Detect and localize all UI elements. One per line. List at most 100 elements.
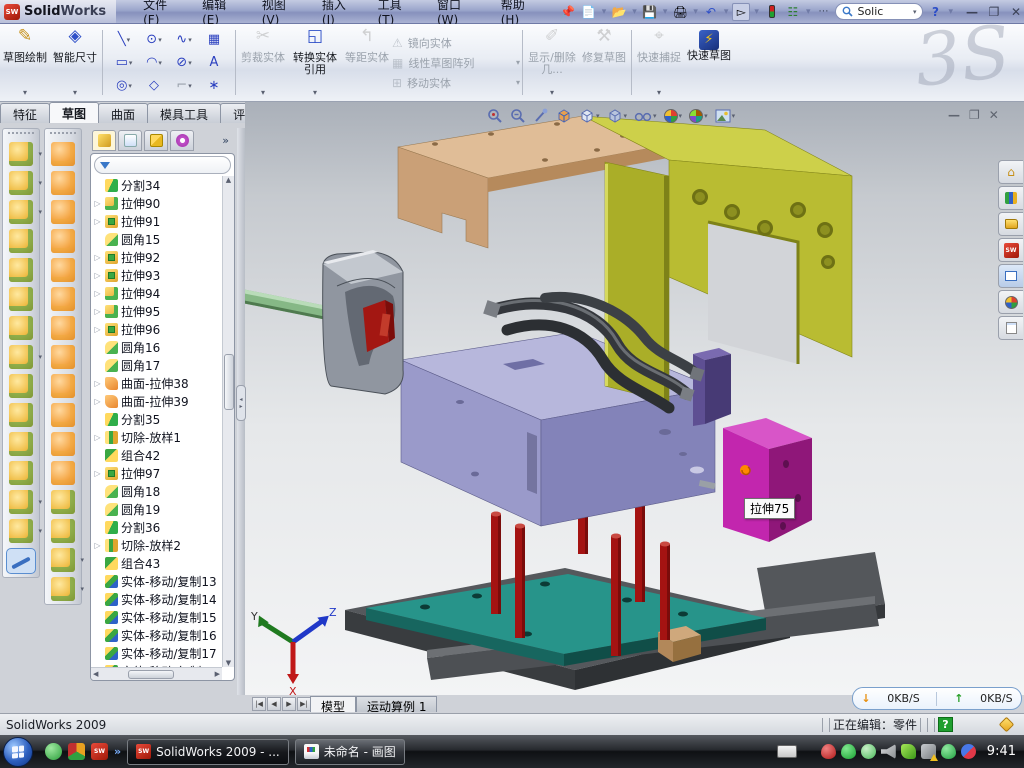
tray-network-warning-icon[interactable]: [921, 744, 936, 759]
open-icon[interactable]: 📂: [610, 3, 628, 21]
shell-icon[interactable]: [9, 287, 33, 311]
scrollbar-thumb[interactable]: [224, 354, 234, 410]
tree-item[interactable]: ▷拉伸93: [91, 266, 222, 284]
delete-face-icon[interactable]: [51, 461, 75, 485]
polygon-icon[interactable]: ◇: [139, 74, 169, 97]
tab-features[interactable]: 特征: [0, 103, 50, 123]
trim-entities-button[interactable]: ✂ 剪裁实体 ▾: [238, 24, 288, 101]
scroll-down-arrow[interactable]: ▼: [226, 659, 231, 667]
tree-item[interactable]: 圆角16: [91, 338, 222, 356]
tree-item[interactable]: 圆角19: [91, 500, 222, 518]
revolved-surface-icon[interactable]: [51, 171, 75, 195]
save-icon[interactable]: 💾: [641, 3, 659, 21]
expand-arrow-icon[interactable]: ▷: [93, 217, 102, 226]
tree-item[interactable]: 实体-移动/复制15: [91, 608, 222, 626]
smart-dimension-button[interactable]: ◈ 智能尺寸 ▾: [50, 24, 100, 101]
dropdown-arrow[interactable]: ▾: [704, 112, 708, 120]
tree-item[interactable]: ▷拉伸91: [91, 212, 222, 230]
tab-surfaces[interactable]: 曲面: [98, 103, 148, 123]
expand-arrow-icon[interactable]: ▷: [93, 325, 102, 334]
expand-arrow-icon[interactable]: ▷: [93, 307, 102, 316]
quick-launch-messenger-icon[interactable]: [45, 743, 62, 760]
dropdown-arrow[interactable]: ▾: [732, 112, 736, 120]
task-pane-appearances-tab[interactable]: [998, 290, 1023, 314]
swept-surface-icon[interactable]: [51, 142, 75, 166]
knit-surface-icon[interactable]: [51, 374, 75, 398]
tree-item[interactable]: 分割34: [91, 176, 222, 194]
expand-arrow-icon[interactable]: ▷: [93, 199, 102, 208]
dropdown-arrow[interactable]: ▾: [632, 7, 637, 17]
first-tab-button[interactable]: |◀: [252, 697, 266, 711]
tree-vertical-scrollbar[interactable]: ▲▼: [222, 176, 234, 667]
tree-item[interactable]: 实体-移动/复制13: [91, 572, 222, 590]
tray-update-icon[interactable]: [861, 744, 876, 759]
tree-item[interactable]: ▷拉伸95: [91, 302, 222, 320]
tree-item[interactable]: 实体-移动/复制14: [91, 590, 222, 608]
next-tab-button[interactable]: ▶: [282, 697, 296, 711]
replace-face-icon[interactable]: [51, 490, 75, 514]
spline-icon[interactable]: ▾: [51, 577, 75, 601]
dropdown-arrow[interactable]: ▾: [73, 87, 77, 99]
draft-icon[interactable]: [9, 316, 33, 340]
network-speed-widget[interactable]: ↓ 0KB/S ↑ 0KB/S: [852, 687, 1022, 710]
tree-item[interactable]: ▷切除-放样2: [91, 536, 222, 554]
dropdown-arrow[interactable]: ▾: [948, 7, 953, 17]
restore-button[interactable]: ❐: [986, 5, 1002, 19]
dropdown-arrow[interactable]: ▾: [624, 112, 628, 120]
slot-icon[interactable]: ◎▾: [109, 74, 139, 97]
extruded-cut-icon[interactable]: ▾: [9, 171, 33, 195]
select-icon[interactable]: ▻: [732, 3, 750, 21]
quick-launch-expand-icon[interactable]: »: [114, 745, 121, 758]
scroll-right-arrow[interactable]: ▶: [215, 670, 220, 678]
tray-antivirus-icon[interactable]: [841, 744, 856, 759]
model-tab[interactable]: 模型: [310, 696, 356, 712]
expand-arrow-icon[interactable]: ▷: [93, 289, 102, 298]
reference-geometry-icon[interactable]: ▾: [9, 490, 33, 514]
panel-overflow-button[interactable]: »: [222, 134, 229, 147]
reference-geometry-icon[interactable]: ▾: [51, 548, 75, 572]
helix-spline-icon[interactable]: ▾: [9, 519, 33, 543]
doc-close-button[interactable]: ✕: [989, 108, 999, 122]
task-pane-resources-tab[interactable]: [998, 186, 1023, 210]
tree-item[interactable]: 实体-移动/复制17: [91, 644, 222, 662]
scrollbar-thumb[interactable]: [128, 670, 174, 679]
tree-item[interactable]: ▷拉伸90: [91, 194, 222, 212]
tree-horizontal-scrollbar[interactable]: ◀▶: [91, 667, 222, 680]
expand-arrow-icon[interactable]: ▷: [93, 397, 102, 406]
task-pane-design-library-tab[interactable]: [998, 212, 1023, 236]
edit-appearance-icon[interactable]: ▾: [664, 109, 683, 123]
task-pane-file-explorer-tab[interactable]: SW: [998, 238, 1023, 262]
options-icon[interactable]: ☷: [784, 3, 802, 21]
dropdown-arrow[interactable]: ▾: [602, 7, 607, 17]
extruded-surface-icon[interactable]: [51, 200, 75, 224]
taskbar-window-paint[interactable]: 未命名 - 画图: [295, 739, 405, 765]
display-delete-relations-button[interactable]: ✐ 显示/删除几... ▾: [525, 24, 579, 101]
tab-sketch[interactable]: 草图: [49, 102, 99, 123]
input-method-keyboard-icon[interactable]: [777, 745, 797, 758]
tree-item[interactable]: 圆角17: [91, 356, 222, 374]
toolbar-overflow-icon[interactable]: ⋯: [814, 3, 832, 21]
rib-icon[interactable]: [9, 374, 33, 398]
section-view-icon[interactable]: [556, 108, 572, 124]
quick-launch-solidworks-icon[interactable]: SW: [91, 743, 108, 760]
taskbar-window-solidworks[interactable]: SW SolidWorks 2009 - ...: [127, 739, 289, 765]
linear-sketch-pattern-button[interactable]: ▦线性草图阵列▾: [392, 55, 520, 71]
display-style-icon[interactable]: ▾: [607, 108, 628, 124]
close-button[interactable]: ✕: [1008, 5, 1024, 19]
expand-arrow-icon[interactable]: ▷: [93, 541, 102, 550]
tree-filter-input[interactable]: [94, 156, 231, 174]
dimxpert-manager-tab[interactable]: [170, 130, 194, 151]
rapid-sketch-button[interactable]: ⚡ 快速草图: [684, 24, 734, 101]
offset-entities-button[interactable]: ↰ 等距实体: [342, 24, 392, 101]
task-pane-view-palette-tab[interactable]: [998, 264, 1023, 288]
move-entities-button[interactable]: ⊞移动实体▾: [392, 75, 520, 91]
tree-item[interactable]: 组合42: [91, 446, 222, 464]
point-icon[interactable]: ∗: [199, 74, 229, 97]
spline-icon[interactable]: ∿▾: [169, 28, 199, 51]
tray-app-ball-icon[interactable]: [961, 744, 976, 759]
tree-item[interactable]: 组合43: [91, 554, 222, 572]
tree-item[interactable]: ▷曲面-拉伸39: [91, 392, 222, 410]
circle-icon[interactable]: ⊙▾: [139, 28, 169, 51]
expand-arrow-icon[interactable]: ▷: [93, 433, 102, 442]
expand-arrow-icon[interactable]: ▷: [93, 271, 102, 280]
